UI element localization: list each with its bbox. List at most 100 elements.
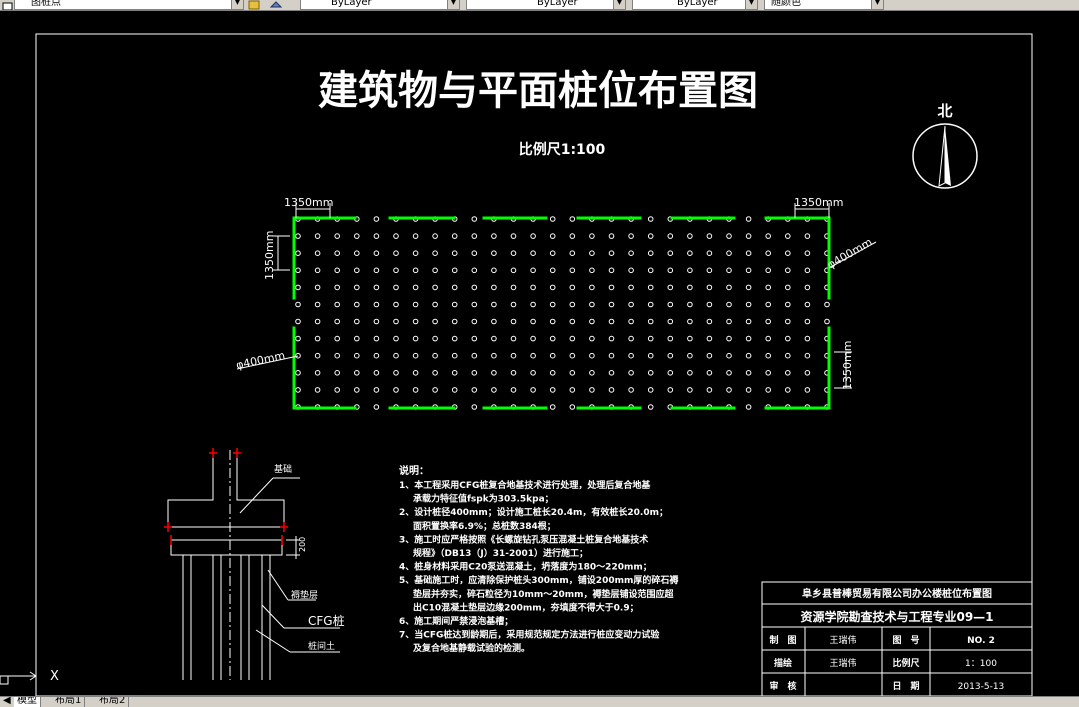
note-line: 出C10混凝土垫层边缘200mm，夯填度不得大于0.9； bbox=[413, 601, 639, 613]
pile-marker bbox=[295, 250, 301, 256]
notes-title: 说明： bbox=[399, 464, 429, 477]
chevron-down-icon[interactable]: ▼ bbox=[871, 0, 883, 9]
pile-marker bbox=[824, 301, 830, 308]
pile-marker bbox=[687, 284, 693, 291]
pile-marker bbox=[314, 387, 321, 393]
pile-marker bbox=[549, 318, 556, 325]
pile-marker bbox=[412, 370, 419, 376]
pile-marker bbox=[628, 267, 634, 274]
pile-marker bbox=[549, 370, 556, 376]
pile-marker bbox=[667, 250, 674, 256]
pile-marker bbox=[804, 233, 811, 239]
chevron-down-icon[interactable]: ▼ bbox=[613, 0, 625, 9]
pile-marker bbox=[667, 387, 674, 393]
pile-marker bbox=[451, 352, 458, 359]
pile-marker bbox=[314, 370, 321, 376]
pile-marker bbox=[373, 233, 380, 239]
pile-marker bbox=[569, 370, 576, 376]
chevron-down-icon[interactable]: ▼ bbox=[447, 0, 459, 9]
pile-marker bbox=[373, 335, 380, 342]
pile-marker bbox=[569, 284, 576, 291]
pile-marker bbox=[549, 284, 556, 291]
linetype-dropdown[interactable]: ByLayer ▼ bbox=[466, 0, 626, 10]
pile-marker bbox=[393, 233, 399, 239]
pile-marker bbox=[765, 250, 772, 256]
pile-marker bbox=[530, 318, 536, 325]
pile-marker bbox=[687, 233, 693, 239]
pile-marker bbox=[491, 335, 497, 342]
pile-marker bbox=[393, 267, 399, 274]
drawing-canvas[interactable]: 建筑物与平面桩位布置图 比例尺1:100 北 1350mm 1350mm 135… bbox=[0, 10, 1079, 697]
title-block-draw-label: 制 图 bbox=[769, 634, 796, 646]
pile-marker bbox=[412, 284, 419, 291]
note-line: 1、本工程采用CFG桩复合地基技术进行处理，处理后复合地基 bbox=[399, 479, 651, 491]
tab-layout-2[interactable]: 布局2 bbox=[96, 697, 130, 707]
pile-marker bbox=[295, 233, 301, 239]
pile-marker bbox=[804, 352, 811, 359]
pile-marker bbox=[647, 233, 654, 239]
chevron-down-icon[interactable]: ▼ bbox=[231, 0, 243, 9]
make-current-layer-icon[interactable] bbox=[248, 0, 260, 10]
pile-marker bbox=[412, 352, 419, 359]
tab-nav-arrows[interactable]: ◀ bbox=[0, 697, 15, 707]
pile-marker bbox=[569, 267, 576, 274]
pile-marker bbox=[726, 318, 732, 325]
pile-marker bbox=[804, 387, 811, 393]
pile-marker bbox=[726, 233, 732, 239]
pile-marker bbox=[432, 250, 438, 256]
layer-previous-icon[interactable] bbox=[269, 0, 283, 8]
pile-marker bbox=[804, 370, 811, 376]
lineweight-dropdown[interactable]: ByLayer ▼ bbox=[632, 0, 758, 10]
pile-marker bbox=[295, 387, 301, 393]
pile-marker bbox=[471, 404, 478, 410]
tab-model[interactable]: 模型 bbox=[14, 697, 41, 707]
pile-marker bbox=[687, 352, 693, 359]
pile-marker bbox=[471, 370, 478, 376]
title-block-check-label: 审 核 bbox=[769, 680, 796, 692]
color-dropdown-value: ByLayer bbox=[331, 0, 372, 8]
pile-marker bbox=[608, 301, 615, 308]
note-line: 及复合地基静载试验的检测。 bbox=[413, 642, 530, 654]
color-dropdown[interactable]: ByLayer ▼ bbox=[300, 0, 460, 10]
plotstyle-dropdown[interactable]: 随颜色 ▼ bbox=[764, 0, 884, 10]
pile-marker bbox=[687, 387, 693, 393]
pile-marker bbox=[804, 335, 811, 342]
pile-marker bbox=[393, 284, 399, 291]
pile-marker bbox=[549, 250, 556, 256]
pile-marker bbox=[491, 352, 497, 359]
section-label-cushion: 褥垫层 bbox=[291, 589, 318, 601]
pile-marker bbox=[589, 370, 595, 376]
linetype-dropdown-value: ByLayer bbox=[537, 0, 578, 8]
tab-layout-1[interactable]: 布局1 bbox=[52, 697, 86, 707]
pile-marker bbox=[647, 352, 654, 359]
title-block-project: 阜乡县普棒贸易有限公司办公楼桩位布置图 bbox=[802, 587, 992, 600]
pile-marker bbox=[354, 233, 360, 239]
pile-marker bbox=[530, 233, 536, 239]
pile-marker bbox=[706, 318, 713, 325]
pile-marker bbox=[667, 370, 674, 376]
pile-marker bbox=[491, 250, 497, 256]
pile-marker bbox=[451, 301, 458, 308]
pile-marker bbox=[334, 335, 341, 342]
pile-marker bbox=[354, 267, 360, 274]
pile-marker bbox=[373, 370, 380, 376]
pile-marker bbox=[726, 370, 732, 376]
pile-marker bbox=[510, 284, 517, 291]
pile-marker bbox=[628, 250, 634, 256]
pile-marker bbox=[432, 352, 438, 359]
layer-dropdown[interactable]: 图桩点 ▼ bbox=[14, 0, 244, 10]
pile-marker bbox=[569, 335, 576, 342]
note-line: 7、当CFG桩达到龄期后，采用规范规定方法进行桩应变动力试验 bbox=[399, 629, 660, 641]
title-block-date-label: 日 期 bbox=[892, 680, 919, 692]
pile-marker bbox=[491, 318, 497, 325]
title-block-school: 资源学院勘查技术与工程专业09—1 bbox=[800, 609, 993, 624]
pile-marker bbox=[647, 335, 654, 342]
layer-state-icon[interactable] bbox=[2, 0, 14, 10]
chevron-down-icon[interactable]: ▼ bbox=[745, 0, 757, 9]
pile-marker bbox=[510, 301, 517, 308]
pile-marker bbox=[608, 318, 615, 325]
pile-marker bbox=[510, 318, 517, 325]
pile-marker bbox=[765, 301, 772, 308]
pile-marker bbox=[726, 335, 732, 342]
north-arrow-icon: 北 bbox=[912, 102, 978, 189]
